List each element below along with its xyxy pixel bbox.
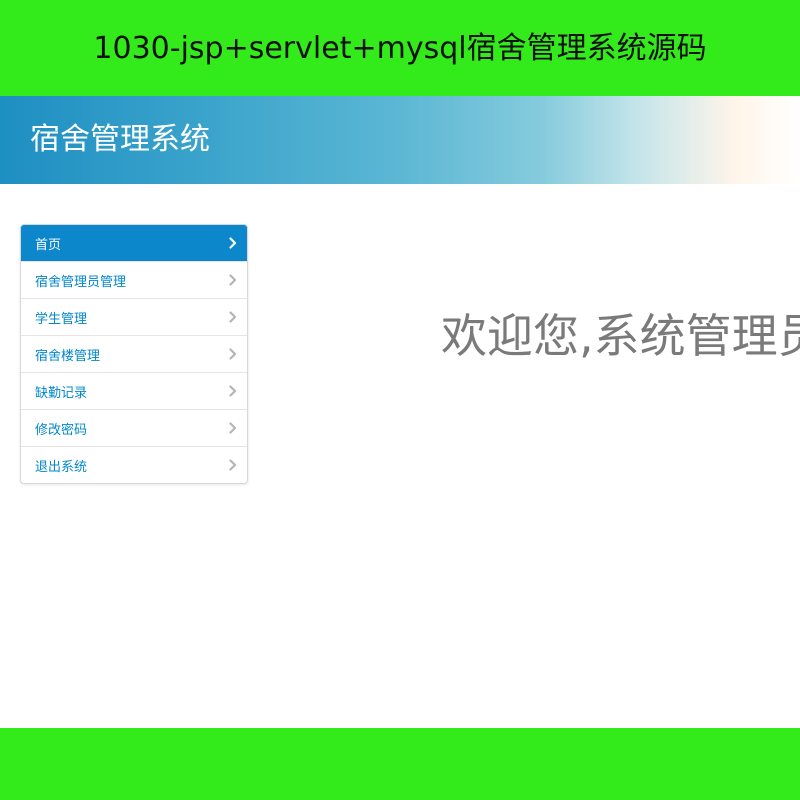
sidebar-item-label: 宿舍楼管理 — [35, 348, 101, 364]
chevron-right-icon — [229, 385, 237, 397]
sidebar-item-label: 退出系统 — [35, 459, 88, 475]
sidebar-item-label: 学生管理 — [35, 311, 88, 327]
sidebar-item-label: 缺勤记录 — [35, 385, 88, 401]
sidebar-item-dorm-manager-admin[interactable]: 宿舍管理员管理 — [21, 261, 247, 298]
chevron-right-icon — [229, 311, 237, 323]
sidebar-item-building-admin[interactable]: 宿舍楼管理 — [21, 335, 247, 372]
chevron-right-icon — [229, 274, 237, 286]
bottom-banner — [0, 728, 800, 800]
sidebar-item-logout[interactable]: 退出系统 — [21, 446, 247, 483]
welcome-message: 欢迎您,系统管理员 — [441, 309, 800, 363]
chevron-right-icon — [229, 459, 237, 471]
app-header: 宿舍管理系统 — [0, 96, 800, 184]
sidebar-item-change-password[interactable]: 修改密码 — [21, 409, 247, 446]
source-banner: 1030-jsp+servlet+mysql宿舍管理系统源码 — [0, 0, 800, 96]
banner-text: 1030-jsp+servlet+mysql宿舍管理系统源码 — [93, 31, 707, 66]
chevron-right-icon — [229, 237, 237, 249]
page-frame: 1030-jsp+servlet+mysql宿舍管理系统源码 宿舍管理系统 首页… — [0, 0, 800, 800]
chevron-right-icon — [229, 348, 237, 360]
sidebar-item-student-admin[interactable]: 学生管理 — [21, 298, 247, 335]
sidebar-nav: 首页 宿舍管理员管理 学生管理 宿舍楼管理 缺勤记录 修改密码 退出系统 — [20, 224, 248, 484]
sidebar-item-home[interactable]: 首页 — [21, 225, 247, 261]
sidebar-item-label: 首页 — [35, 237, 62, 253]
sidebar-item-label: 修改密码 — [35, 422, 88, 438]
sidebar-item-absence-records[interactable]: 缺勤记录 — [21, 372, 247, 409]
sidebar-item-label: 宿舍管理员管理 — [35, 274, 127, 290]
app-title: 宿舍管理系统 — [30, 122, 210, 157]
chevron-right-icon — [229, 422, 237, 434]
